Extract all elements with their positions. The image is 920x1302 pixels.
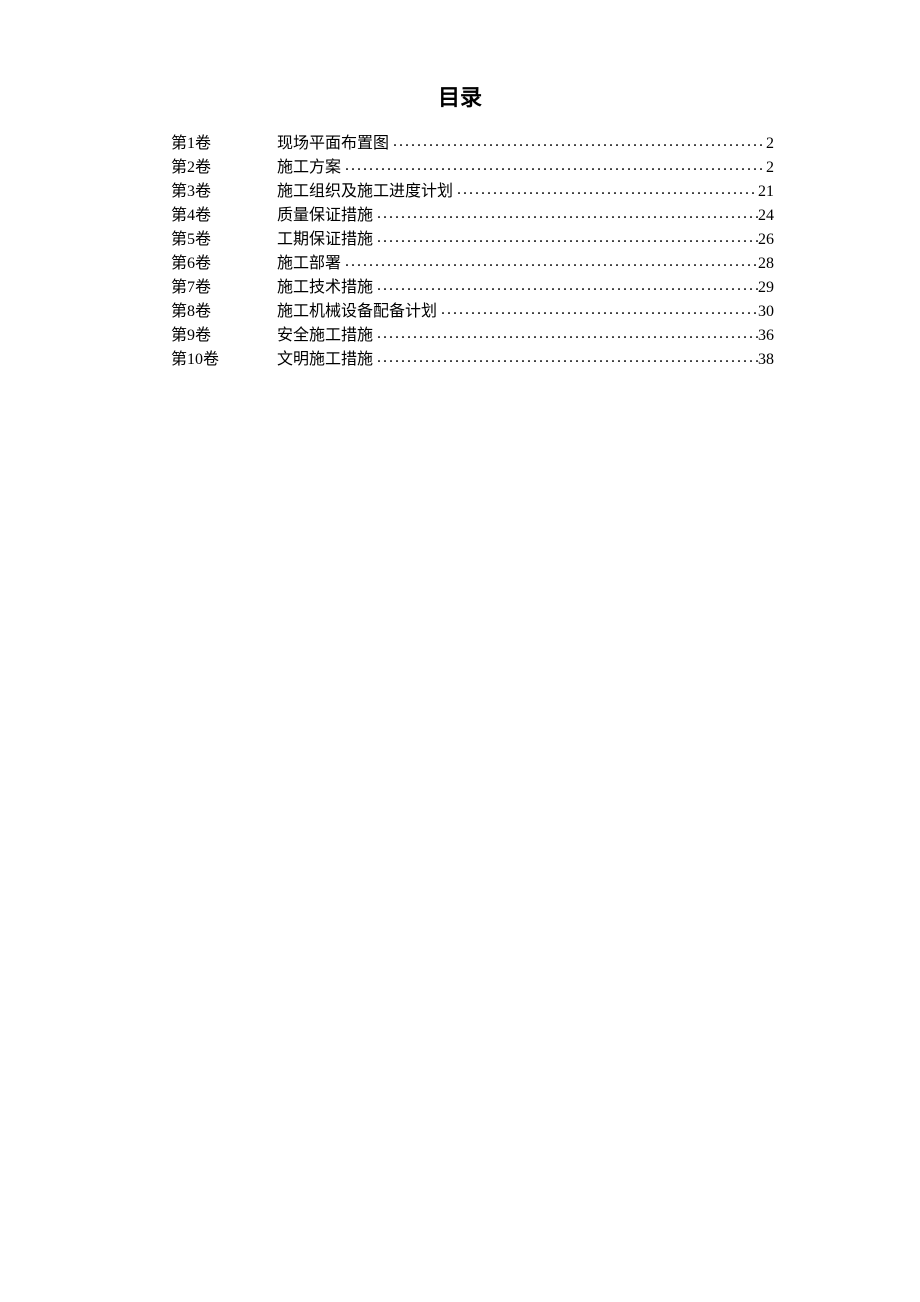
toc-entry: 第3卷 施工组织及施工进度计划 21 <box>171 180 774 204</box>
toc-page: 24 <box>758 204 774 228</box>
toc-page: 28 <box>758 252 774 276</box>
toc-leader <box>389 130 766 154</box>
toc-title: 安全施工措施 <box>277 324 373 348</box>
toc-leader <box>437 298 758 322</box>
toc-title: 施工技术措施 <box>277 276 373 300</box>
toc-page: 2 <box>766 132 774 156</box>
toc-entry: 第5卷 工期保证措施 26 <box>171 228 774 252</box>
toc-volume: 第4卷 <box>171 204 277 228</box>
toc-volume: 第9卷 <box>171 324 277 348</box>
toc-title: 施工组织及施工进度计划 <box>277 180 453 204</box>
toc-entry: 第7卷 施工技术措施 29 <box>171 276 774 300</box>
toc-volume: 第8卷 <box>171 300 277 324</box>
toc-leader <box>373 226 758 250</box>
toc-volume: 第5卷 <box>171 228 277 252</box>
toc-page: 26 <box>758 228 774 252</box>
toc-title: 施工机械设备配备计划 <box>277 300 437 324</box>
toc-title: 文明施工措施 <box>277 348 373 372</box>
toc-entry: 第9卷 安全施工措施 36 <box>171 324 774 348</box>
toc-leader <box>373 346 758 370</box>
toc-volume: 第2卷 <box>171 156 277 180</box>
toc-title: 工期保证措施 <box>277 228 373 252</box>
toc-leader <box>373 274 758 298</box>
toc-entry: 第1卷 现场平面布置图 2 <box>171 132 774 156</box>
toc-title: 施工方案 <box>277 156 341 180</box>
toc-leader <box>341 154 766 178</box>
toc-leader <box>453 178 758 202</box>
toc-entry: 第10卷 文明施工措施 38 <box>171 348 774 372</box>
toc-page: 21 <box>758 180 774 204</box>
page-title: 目录 <box>0 80 920 112</box>
toc-entry: 第6卷 施工部署 28 <box>171 252 774 276</box>
toc-volume: 第1卷 <box>171 132 277 156</box>
toc-container: 第1卷 现场平面布置图 2 第2卷 施工方案 2 第3卷 施工组织及施工进度计划… <box>0 132 920 372</box>
toc-leader <box>373 322 758 346</box>
toc-page: 29 <box>758 276 774 300</box>
toc-leader <box>341 250 758 274</box>
toc-page: 36 <box>758 324 774 348</box>
toc-leader <box>373 202 758 226</box>
toc-page: 30 <box>758 300 774 324</box>
toc-volume: 第7卷 <box>171 276 277 300</box>
toc-title: 现场平面布置图 <box>277 132 389 156</box>
toc-volume: 第6卷 <box>171 252 277 276</box>
toc-page: 2 <box>766 156 774 180</box>
toc-volume: 第10卷 <box>171 348 277 372</box>
toc-page: 38 <box>758 348 774 372</box>
toc-entry: 第4卷 质量保证措施 24 <box>171 204 774 228</box>
toc-entry: 第2卷 施工方案 2 <box>171 156 774 180</box>
toc-title: 施工部署 <box>277 252 341 276</box>
toc-title: 质量保证措施 <box>277 204 373 228</box>
toc-volume: 第3卷 <box>171 180 277 204</box>
toc-entry: 第8卷 施工机械设备配备计划 30 <box>171 300 774 324</box>
